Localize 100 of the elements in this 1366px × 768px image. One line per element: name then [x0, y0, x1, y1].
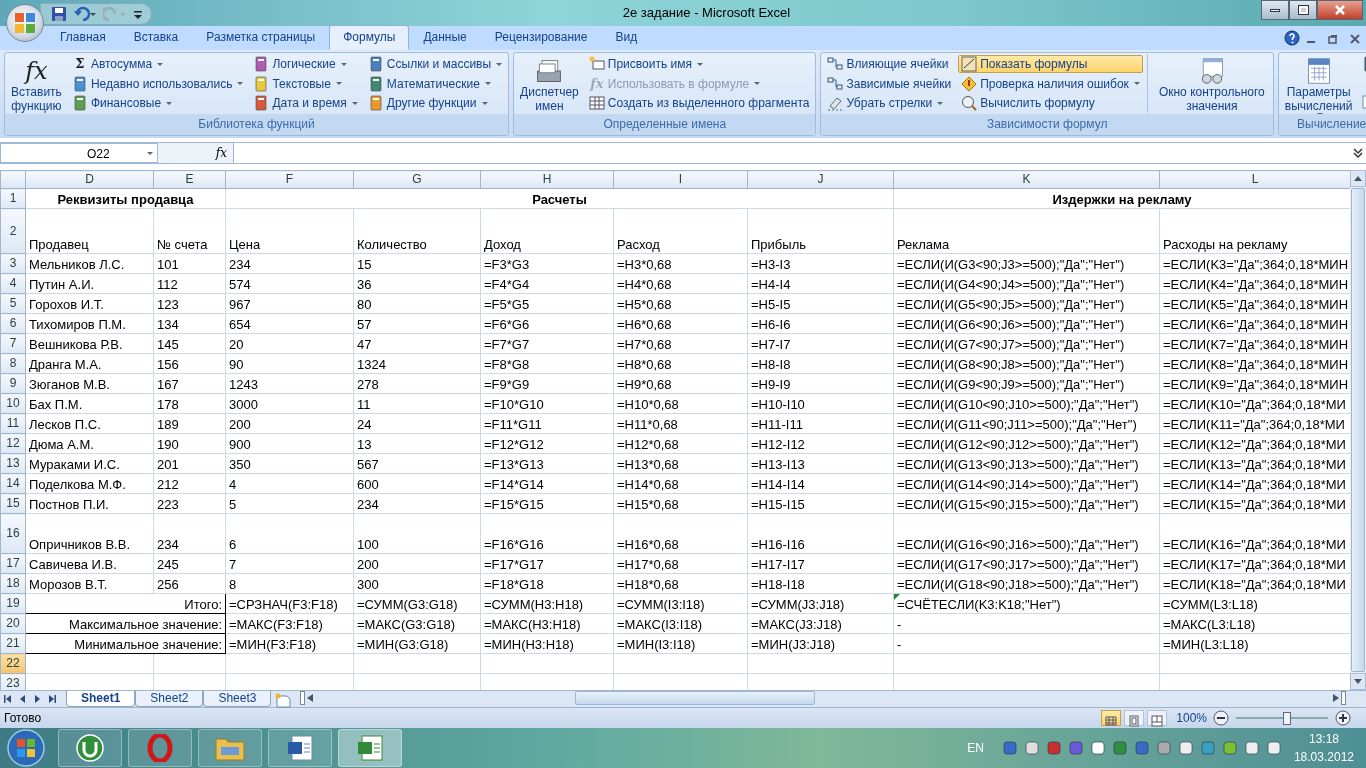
tray-icon[interactable]: [1089, 740, 1106, 756]
left-arrow-icon[interactable]: [307, 694, 314, 702]
tray-icon[interactable]: [1023, 740, 1040, 756]
start-button[interactable]: [6, 728, 46, 768]
row-header[interactable]: 15: [0, 493, 26, 514]
close-button[interactable]: [1317, 0, 1363, 20]
ribbon-button[interactable]: Убрать стрелки: [824, 94, 955, 112]
page-layout-view-button[interactable]: [1124, 710, 1145, 726]
ribbon-button[interactable]: Ссылки и массивы: [364, 55, 506, 73]
row-header[interactable]: 16: [0, 513, 26, 554]
next-sheet-icon[interactable]: [34, 695, 41, 703]
sheet-tab[interactable]: Sheet2: [135, 691, 204, 707]
row-header[interactable]: 17: [0, 553, 26, 574]
ribbon-button[interactable]: Логические: [250, 55, 361, 73]
column-header[interactable]: E: [153, 170, 226, 189]
tray-icon[interactable]: [1045, 740, 1062, 756]
ribbon-button[interactable]: Вычислить формулу: [958, 94, 1143, 112]
row-header[interactable]: 9: [0, 373, 26, 394]
expand-icon[interactable]: [1353, 148, 1363, 158]
tray-icon[interactable]: [1155, 740, 1172, 756]
help-icon[interactable]: [1284, 30, 1300, 46]
previous-sheet-icon[interactable]: [19, 695, 26, 703]
first-sheet-icon[interactable]: [4, 695, 11, 703]
right-arrow-icon[interactable]: [1333, 694, 1339, 702]
taskbar-button[interactable]: [128, 729, 192, 767]
minimize-button[interactable]: [1261, 0, 1289, 20]
tray-icon[interactable]: [1265, 740, 1282, 756]
ribbon-button[interactable]: Текстовые: [250, 74, 361, 93]
row-header[interactable]: 4: [0, 273, 26, 294]
row-header[interactable]: 14: [0, 473, 26, 494]
scroll-up-button[interactable]: [1350, 170, 1366, 187]
column-header[interactable]: G: [353, 170, 481, 189]
ribbon-button[interactable]: Финансовые: [68, 94, 247, 112]
taskbar-button[interactable]: [338, 729, 402, 767]
row-header[interactable]: 20: [0, 613, 26, 634]
tray-icon[interactable]: [1199, 740, 1216, 756]
office-button[interactable]: [6, 4, 44, 42]
row-header[interactable]: 2: [0, 208, 26, 254]
row-header[interactable]: 11: [0, 413, 26, 434]
column-header[interactable]: I: [613, 170, 748, 189]
ribbon-tab[interactable]: Главная: [46, 25, 120, 50]
row-header[interactable]: 12: [0, 433, 26, 454]
clock-time[interactable]: 13:18: [1308, 730, 1339, 748]
ribbon-tab[interactable]: Данные: [409, 25, 481, 50]
row-header[interactable]: 13: [0, 453, 26, 474]
ribbon-tab[interactable]: Вид: [601, 25, 652, 50]
clock-date[interactable]: 18.03.2012: [1293, 748, 1354, 766]
ribbon-tab[interactable]: Разметка страницы: [192, 25, 330, 50]
ribbon-button[interactable]: Другие функции: [364, 94, 506, 112]
ribbon-button[interactable]: Проверка наличия ошибок: [958, 74, 1143, 93]
ribbon-tab[interactable]: Формулы: [329, 25, 410, 50]
last-sheet-icon[interactable]: [49, 695, 56, 703]
ribbon-button[interactable]: Математические: [364, 74, 506, 93]
ribbon-button[interactable]: Показать формулы: [958, 55, 1143, 73]
close-icon[interactable]: [1350, 33, 1360, 44]
tray-icon[interactable]: [1177, 740, 1194, 756]
normal-view-button[interactable]: [1101, 710, 1122, 726]
restore-button[interactable]: [1289, 0, 1317, 20]
zoom-out-icon[interactable]: [1213, 710, 1229, 726]
ribbon-button[interactable]: Недавно использовались: [68, 74, 247, 93]
ribbon-tab[interactable]: Рецензирование: [480, 25, 602, 50]
row-header[interactable]: 7: [0, 333, 26, 354]
name-box[interactable]: O22: [0, 143, 158, 163]
tray-icon[interactable]: [1067, 740, 1084, 756]
row-header[interactable]: 19: [0, 593, 26, 614]
row-header[interactable]: 18: [0, 573, 26, 594]
restore-icon[interactable]: [1328, 33, 1338, 44]
column-header[interactable]: L: [1159, 170, 1350, 189]
ribbon-button[interactable]: Влияющие ячейки: [824, 55, 955, 73]
row-header[interactable]: 21: [0, 633, 26, 654]
row-header[interactable]: 5: [0, 293, 26, 314]
tray-icon[interactable]: [1133, 740, 1150, 756]
column-header[interactable]: H: [480, 170, 614, 189]
taskbar-button[interactable]: [58, 729, 122, 767]
row-header[interactable]: 22: [0, 653, 26, 674]
taskbar-button[interactable]: [268, 729, 332, 767]
ribbon-button[interactable]: Σ Автосумма: [68, 55, 247, 73]
insert-function-button[interactable]: fx: [158, 143, 234, 163]
row-header[interactable]: 1: [0, 188, 26, 209]
row-header[interactable]: 6: [0, 313, 26, 334]
ribbon-button[interactable]: fx Вставить функцию: [8, 55, 65, 115]
page-break-view-button[interactable]: [1147, 710, 1168, 726]
slider-thumb[interactable]: [1282, 711, 1291, 725]
save-icon[interactable]: [51, 6, 67, 22]
row-header[interactable]: 3: [0, 253, 26, 274]
ribbon-button[interactable]: Создать из выделенного фрагмента: [585, 94, 813, 112]
ribbon-button[interactable]: Присвоить имя: [585, 55, 813, 73]
split-handle-icon[interactable]: [1341, 691, 1346, 705]
scroll-down-button[interactable]: [1350, 673, 1366, 690]
scrollbar-thumb[interactable]: [575, 691, 816, 705]
tray-icon[interactable]: [1221, 740, 1238, 756]
column-header[interactable]: D: [25, 170, 154, 189]
sheet-tab[interactable]: Sheet1: [66, 691, 136, 707]
zoom-in-icon[interactable]: [1335, 710, 1351, 726]
sheet-tab[interactable]: Sheet3: [203, 691, 272, 707]
ribbon-tab[interactable]: Вставка: [119, 25, 193, 50]
insert-sheet-icon[interactable]: [274, 693, 293, 709]
tray-icon[interactable]: [1001, 740, 1018, 756]
scrollbar-thumb[interactable]: [1351, 188, 1365, 672]
ribbon-button[interactable]: Дата и время: [250, 94, 361, 112]
